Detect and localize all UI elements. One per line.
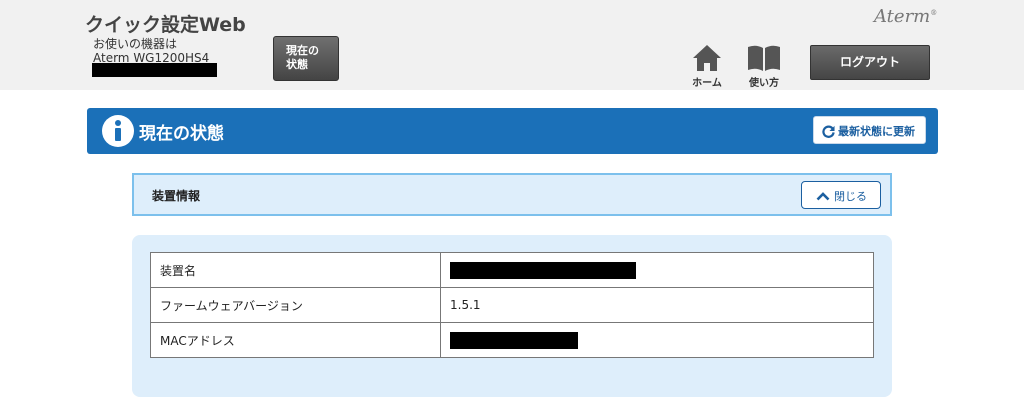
section-title: 装置情報 [152,189,201,203]
nav-manual-label: 使い方 [749,78,779,89]
redacted-device-name [450,261,636,279]
refresh-icon [822,125,835,138]
refresh-label: 最新状態に更新 [838,125,915,138]
nav-home-label: ホーム [692,78,722,89]
home-icon [693,45,721,71]
close-section-button[interactable]: 閉じる [801,181,881,209]
book-icon [748,45,780,71]
firmware-version-value: 1.5.1 [440,287,874,323]
app-title: クイック設定Web [85,14,246,36]
table-row: 装置名 [150,252,874,288]
mac-address-value [440,322,874,358]
logout-button[interactable]: ログアウト [810,45,930,80]
current-status-button[interactable]: 現在の 状態 [273,36,339,81]
device-name-value [440,252,874,288]
redacted-serial [92,63,217,77]
aterm-logo: Aterm® [874,6,938,27]
refresh-button[interactable]: 最新状態に更新 [813,116,926,144]
header: クイック設定Web お使いの機器は Aterm WG1200HS4 現在の 状態… [0,0,1024,90]
device-label: お使いの機器は [93,37,178,51]
device-name-label: 装置名 [150,252,441,288]
redacted-mac-address [450,331,578,349]
info-icon [102,115,134,147]
mac-address-label: MACアドレス [150,322,441,358]
firmware-version-label: ファームウェアバージョン [150,287,441,323]
chevron-up-icon [816,192,830,201]
close-label: 閉じる [834,190,867,203]
nav-manual[interactable]: 使い方 [739,44,789,89]
nav-home[interactable]: ホーム [682,44,732,89]
table-row: MACアドレス [150,322,874,358]
page-title-band: 現在の状態 最新状態に更新 [87,108,938,154]
device-info-panel: 装置名 ファームウェアバージョン 1.5.1 MACアドレス [132,235,892,397]
page-title: 現在の状態 [139,124,224,144]
device-info-section-header: 装置情報 閉じる [132,173,892,216]
table-row: ファームウェアバージョン 1.5.1 [150,287,874,323]
device-info-table: 装置名 ファームウェアバージョン 1.5.1 MACアドレス [150,252,874,358]
